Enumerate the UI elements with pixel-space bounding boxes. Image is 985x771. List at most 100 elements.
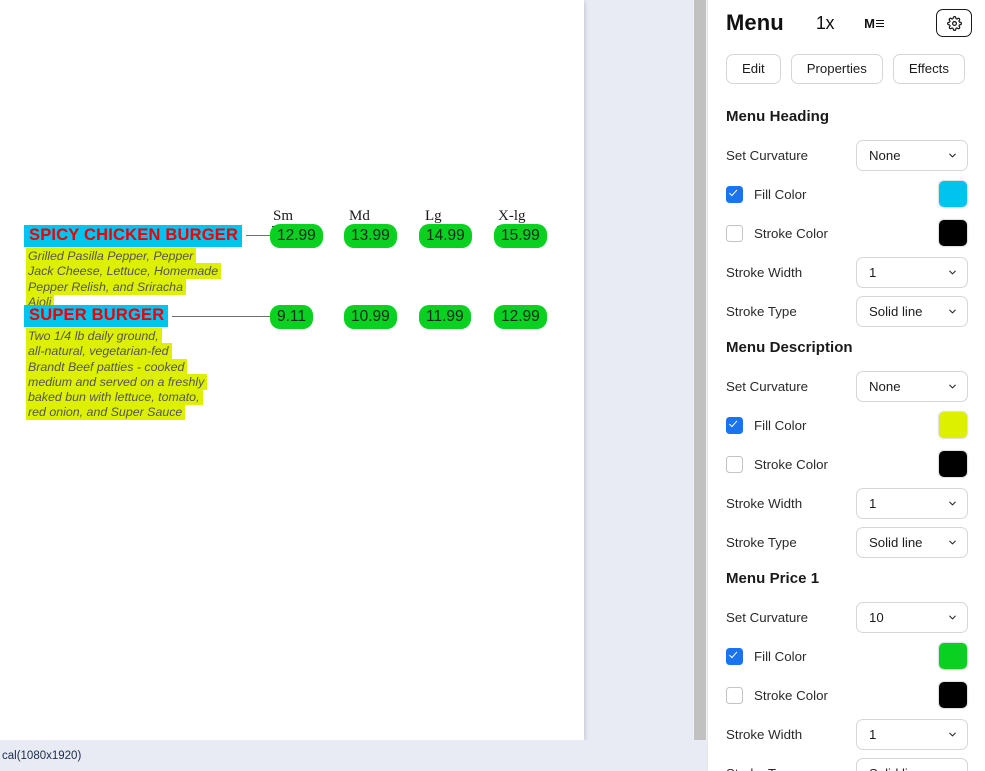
stroke-type-select[interactable]: Solid line — [856, 295, 968, 327]
zoom-level-indicator[interactable]: 1x — [816, 13, 835, 34]
set-curvature-label: Set Curvature — [726, 609, 809, 625]
field-row: Stroke Width 1 — [726, 485, 968, 521]
layers-icon-letter: M — [864, 15, 875, 31]
checkbox-label-group: Fill Color — [726, 185, 938, 203]
stroke-width-select[interactable]: 1 — [856, 487, 968, 519]
stroke-type-select[interactable]: Solid line — [856, 757, 968, 771]
editor-area: Sm Md Lg X-lg SPICY CHICKEN BURGER Grilled Pa… — [0, 0, 707, 771]
description-line: red onion, and Super Sauce — [26, 404, 186, 421]
fill-color-checkbox[interactable] — [726, 647, 743, 665]
leader-line — [246, 235, 270, 236]
section-title: Menu Price 1 — [726, 570, 820, 588]
menu-price-pill[interactable]: 12.99 — [494, 305, 547, 330]
gear-icon — [946, 15, 962, 31]
description-line: Pepper Relish, and Sriracha — [26, 278, 186, 295]
select-value: None — [869, 147, 901, 163]
color-field-label: Stroke Color — [754, 687, 828, 703]
chevron-down-icon — [949, 540, 956, 545]
chevron-down-icon — [949, 309, 956, 314]
layers-menu-icon[interactable]: M — [864, 17, 884, 30]
fill-color-swatch[interactable] — [938, 180, 968, 209]
fill-color-checkbox[interactable] — [726, 185, 743, 203]
color-field-label: Fill Color — [754, 648, 807, 664]
checkbox-label-group: Fill Color — [726, 647, 938, 665]
description-line: Jack Cheese, Lettuce, Homemade — [26, 263, 222, 280]
panel-title: Menu — [726, 10, 784, 35]
select-value: Solid line — [869, 766, 947, 771]
app-root: Sm Md Lg X-lg SPICY CHICKEN BURGER Grilled Pa… — [0, 0, 985, 771]
canvas-vertical-scrollbar[interactable] — [693, 0, 707, 771]
stroke-color-swatch[interactable] — [938, 450, 968, 479]
fill-color-swatch[interactable] — [938, 411, 968, 440]
field-row: Fill Color — [726, 176, 968, 212]
checkbox-label-group: Stroke Color — [726, 224, 938, 242]
field-row: Stroke Width 1 — [726, 716, 968, 752]
canvas-size-status: cal(1080x1920) — [2, 749, 82, 762]
stroke-color-swatch[interactable] — [938, 681, 968, 710]
description-line: baked bun with lettuce, tomato, — [26, 389, 203, 406]
menu-canvas[interactable]: Sm Md Lg X-lg SPICY CHICKEN BURGER Grilled Pa… — [0, 0, 584, 740]
panel-header: Menu 1x M — [708, 0, 985, 46]
menu-price-pill[interactable]: 10.99 — [344, 305, 397, 330]
menu-price-pill[interactable]: 11.99 — [419, 305, 471, 330]
section-menu-price-1: Menu Price 1 Set Curvature 10 Fill Color Str… — [708, 570, 985, 771]
menu-item-description[interactable]: Two 1/4 lb daily ground, all-natural, veg… — [26, 328, 208, 421]
color-field-label: Stroke Color — [754, 225, 828, 241]
stroke-width-select[interactable]: 1 — [856, 256, 968, 288]
color-field-label: Fill Color — [754, 186, 807, 202]
canvas-surface[interactable]: Sm Md Lg X-lg SPICY CHICKEN BURGER Grilled Pa… — [0, 0, 584, 740]
stroke-type-label: Stroke Type — [726, 534, 797, 550]
color-field-label: Stroke Color — [754, 456, 828, 472]
field-row: Stroke Type Solid line — [726, 524, 968, 560]
stroke-color-checkbox[interactable] — [726, 686, 743, 704]
stroke-width-select[interactable]: 1 — [856, 718, 968, 750]
stroke-type-label: Stroke Type — [726, 766, 856, 771]
menu-item-heading[interactable]: SPICY CHICKEN BURGER — [24, 225, 243, 248]
menu-price-pill[interactable]: 14.99 — [419, 224, 472, 249]
field-row: Set Curvature 10 — [726, 599, 968, 635]
field-row: Set Curvature None — [726, 368, 968, 404]
set-curvature-select[interactable]: 10 — [856, 601, 968, 633]
select-value: None — [869, 378, 901, 394]
settings-button[interactable] — [936, 9, 972, 37]
status-bar: cal(1080x1920) — [0, 740, 707, 771]
stroke-width-label: Stroke Width — [726, 495, 803, 511]
tab-effects[interactable]: Effects — [892, 54, 965, 85]
stroke-color-swatch[interactable] — [938, 219, 968, 248]
menu-price-pill[interactable]: 12.99 — [270, 224, 323, 249]
set-curvature-label: Set Curvature — [726, 378, 809, 394]
menu-price-pill[interactable]: 9.11 — [270, 305, 314, 330]
select-value: Solid line — [869, 303, 923, 319]
checkbox-label-group: Stroke Color — [726, 455, 938, 473]
stroke-type-label: Stroke Type — [726, 303, 797, 319]
checkbox-label-group: Fill Color — [726, 416, 938, 434]
menu-price-pill[interactable]: 15.99 — [494, 224, 547, 249]
section-title: Menu Heading — [726, 108, 830, 126]
description-line: Two 1/4 lb daily ground, — [26, 328, 162, 344]
set-curvature-select[interactable]: None — [856, 139, 968, 171]
fill-color-checkbox[interactable] — [726, 416, 743, 434]
tab-properties[interactable]: Properties — [790, 54, 883, 85]
chevron-down-icon — [949, 732, 956, 737]
canvas-scroll-thumb[interactable] — [694, 0, 706, 755]
description-line: medium and served on a freshly — [26, 373, 208, 390]
chevron-down-icon — [949, 501, 956, 506]
stroke-width-label: Stroke Width — [726, 726, 803, 742]
layers-icon-bars — [875, 19, 884, 28]
property-sections: Menu Heading Set Curvature None Fill Color S… — [708, 108, 985, 771]
stroke-color-checkbox[interactable] — [726, 455, 743, 473]
chevron-down-icon — [949, 615, 956, 620]
stroke-type-select[interactable]: Solid line — [856, 526, 968, 558]
stroke-color-checkbox[interactable] — [726, 224, 743, 242]
select-value: 1 — [869, 726, 877, 742]
menu-item-description[interactable]: Grilled Pasilla Pepper, Pepper Jack Chees… — [26, 248, 222, 310]
fill-color-swatch[interactable] — [938, 642, 968, 671]
tab-edit[interactable]: Edit — [726, 54, 781, 85]
select-value: 1 — [869, 495, 877, 511]
menu-item-heading[interactable]: SUPER BURGER — [24, 305, 169, 328]
checkbox-label-group: Stroke Color — [726, 686, 938, 704]
set-curvature-select[interactable]: None — [856, 370, 968, 402]
description-line: all-natural, vegetarian-fed — [26, 343, 172, 360]
field-row: Stroke Color — [726, 446, 968, 482]
menu-price-pill[interactable]: 13.99 — [344, 224, 397, 249]
